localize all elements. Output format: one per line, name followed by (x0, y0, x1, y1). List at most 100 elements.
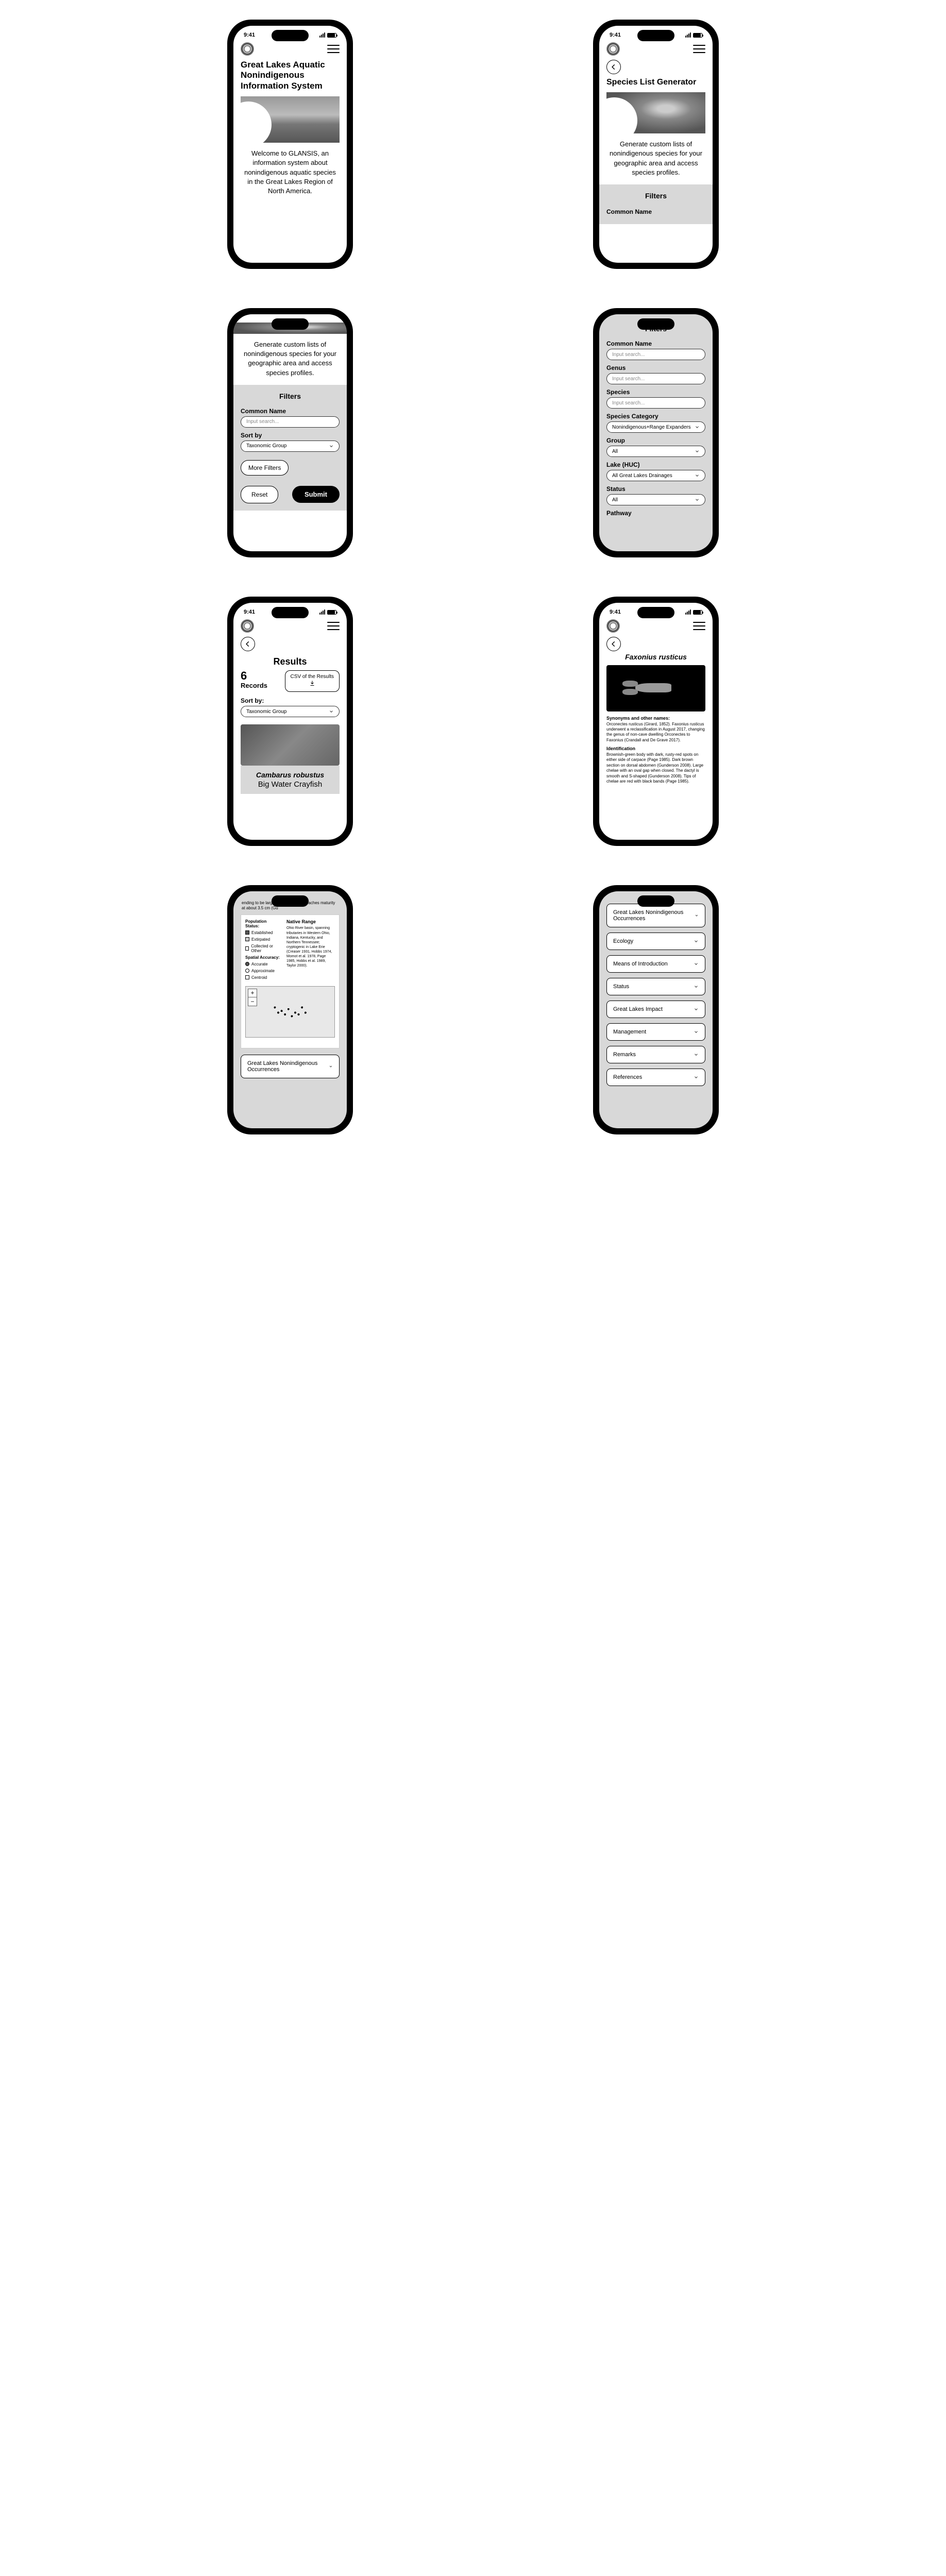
intro-text: Welcome to GLANSIS, an information syste… (241, 149, 340, 196)
lake-select[interactable]: All Great Lakes Drainages (606, 470, 705, 481)
species-input[interactable]: Input search... (606, 397, 705, 409)
truncated-text: ending to be larger than females. Reache… (241, 901, 340, 911)
hero-image (606, 92, 705, 133)
pop-status-heading: Population Status: (245, 919, 280, 928)
synonyms-text: Orconectes rusticus (Girard, 1852). Faxo… (606, 722, 705, 742)
noaa-logo (241, 619, 254, 633)
sort-select[interactable]: Taxonomic Group (241, 706, 340, 717)
accordion-item[interactable]: Means of Introduction (606, 955, 705, 973)
common-name-label: Common Name (241, 408, 340, 415)
noaa-logo (241, 42, 254, 56)
filters-heading: Filters (606, 325, 705, 333)
genus-label: Genus (606, 364, 705, 371)
chevron-down-icon (694, 939, 699, 944)
native-range-text: Ohio River basin, spanning tributaries i… (286, 926, 332, 968)
common-name-input[interactable]: Input search... (241, 416, 340, 428)
chevron-down-icon (694, 1075, 699, 1080)
record-count: 6 (241, 670, 267, 682)
menu-icon[interactable] (693, 45, 705, 53)
group-select[interactable]: All (606, 446, 705, 457)
menu-icon[interactable] (327, 45, 340, 53)
lake-label: Lake (HUC) (606, 461, 705, 468)
scientific-name: Cambarus robustus (246, 771, 334, 779)
genus-input[interactable]: Input search... (606, 373, 705, 384)
submit-button[interactable]: Submit (292, 486, 340, 503)
accordion-item[interactable]: Great Lakes Nonindigenous Occurrences (606, 904, 705, 927)
status-bar: 9:41 (233, 26, 347, 40)
intro-text: Generate custom lists of nonindigenous s… (241, 340, 340, 378)
category-select[interactable]: Nonindigenous+Range Expanders (606, 421, 705, 433)
synonyms-heading: Synonyms and other names: (606, 716, 670, 721)
result-image (241, 724, 340, 766)
zoom-out-button[interactable]: − (248, 997, 257, 1006)
menu-icon[interactable] (693, 622, 705, 630)
status-time: 9:41 (610, 609, 685, 615)
accordion-item[interactable]: Status (606, 978, 705, 995)
zoom-control[interactable]: + − (248, 989, 257, 1006)
record-label: Records (241, 682, 267, 689)
chevron-down-icon (695, 913, 699, 918)
chevron-down-icon (694, 1052, 699, 1057)
back-button[interactable] (606, 60, 621, 74)
accordion-item[interactable]: Management (606, 1023, 705, 1041)
chevron-down-icon (694, 961, 699, 967)
status-bar: 9:41 (233, 603, 347, 617)
native-range-heading: Native Range (286, 919, 335, 925)
back-button[interactable] (606, 637, 621, 651)
page-title: Species List Generator (606, 77, 705, 87)
accordion-item[interactable]: Ecology (606, 933, 705, 950)
status-select[interactable]: All (606, 494, 705, 505)
accordion-occurrences[interactable]: Great Lakes Nonindigenous Occurrences (241, 1055, 340, 1078)
chevron-down-icon (694, 1029, 699, 1035)
menu-icon[interactable] (327, 622, 340, 630)
result-card[interactable]: Cambarus robustus Big Water Crayfish (241, 724, 340, 794)
chevron-down-icon (695, 497, 700, 502)
more-filters-button[interactable]: More Filters (241, 460, 289, 476)
noaa-logo (606, 42, 620, 56)
identification-heading: Identification (606, 746, 635, 751)
accordion-item[interactable]: Great Lakes Impact (606, 1001, 705, 1018)
centroid-icon (245, 975, 249, 979)
page-title: Great Lakes Aquatic Nonindigenous Inform… (241, 60, 340, 91)
status-bar: 9:41 (599, 603, 713, 617)
common-name-label: Common Name (606, 340, 705, 347)
common-name-label: Common Name (606, 208, 705, 215)
filters-heading: Filters (241, 392, 340, 400)
approximate-icon (245, 969, 249, 973)
chevron-down-icon (695, 425, 700, 430)
noaa-logo (606, 619, 620, 633)
page-title: Results (241, 656, 340, 667)
accordion-item[interactable]: References (606, 1069, 705, 1086)
status-bar: 9:41 (599, 26, 713, 40)
zoom-in-button[interactable]: + (248, 989, 257, 997)
chevron-down-icon (329, 709, 334, 714)
collected-icon (245, 946, 249, 951)
common-name-input[interactable]: Input search... (606, 349, 705, 360)
category-label: Species Category (606, 413, 705, 420)
scientific-name: Faxonius rusticus (606, 654, 705, 661)
extirpated-icon (245, 937, 249, 941)
chevron-down-icon (694, 1007, 699, 1012)
established-icon (245, 930, 249, 935)
sort-label: Sort by (241, 432, 340, 439)
map[interactable]: + − (245, 986, 335, 1038)
status-time: 9:41 (244, 609, 319, 615)
intro-text: Generate custom lists of nonindigenous s… (606, 140, 705, 177)
back-button[interactable] (241, 637, 255, 651)
sort-select[interactable]: Taxonomic Group (241, 440, 340, 452)
status-icons (319, 32, 336, 38)
sort-label: Sort by: (241, 697, 340, 704)
chevron-down-icon (695, 449, 700, 454)
species-label: Species (606, 388, 705, 396)
chevron-down-icon (695, 473, 700, 478)
filters-heading: Filters (606, 192, 705, 200)
chevron-down-icon (329, 444, 334, 449)
csv-download-button[interactable]: CSV of the Results (285, 670, 340, 692)
status-icons (685, 609, 702, 615)
reset-button[interactable]: Reset (241, 486, 278, 503)
spatial-heading: Spatial Accuracy: (245, 955, 280, 960)
accordion-item[interactable]: Remarks (606, 1046, 705, 1063)
common-name: Big Water Crayfish (246, 780, 334, 789)
status-icons (319, 609, 336, 615)
chevron-down-icon (694, 984, 699, 989)
